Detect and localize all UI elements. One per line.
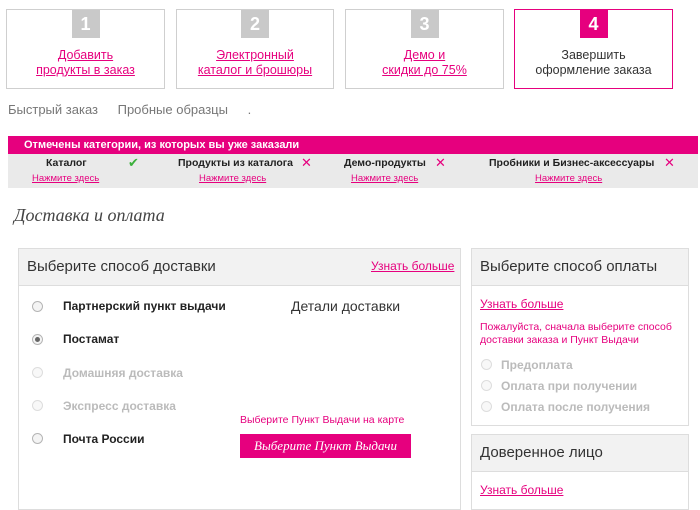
payment-title: Выберите способ оплаты bbox=[480, 258, 658, 275]
payment-panel-header: Выберите способ оплаты bbox=[472, 249, 688, 286]
delivery-radio-express[interactable] bbox=[32, 400, 43, 411]
delivery-radio-postamat[interactable] bbox=[32, 334, 43, 345]
step-1[interactable]: 1 Добавить продукты в заказ bbox=[6, 9, 165, 89]
payment-option-label: Предоплата bbox=[501, 358, 573, 372]
check-icon: ✔ bbox=[128, 155, 139, 170]
delivery-option-label: Почта России bbox=[63, 432, 145, 446]
delivery-radio-partner[interactable] bbox=[32, 301, 43, 312]
category-name: Демо-продукты bbox=[344, 157, 426, 169]
step-link[interactable]: Электронный каталог и брошюры bbox=[177, 48, 333, 78]
payment-radio-after-receipt[interactable] bbox=[481, 401, 492, 412]
proxy-learn-more-link[interactable]: Узнать больше bbox=[480, 483, 563, 497]
delivery-radio-home[interactable] bbox=[32, 367, 43, 378]
tab-dot: . bbox=[247, 102, 252, 117]
proxy-panel-header: Доверенное лицо bbox=[472, 435, 688, 472]
delivery-panel: Выберите способ доставки Узнать больше Д… bbox=[18, 248, 461, 510]
pickup-hint: Выберите Пункт Выдачи на карте bbox=[240, 414, 405, 426]
delivery-option-label: Постамат bbox=[63, 332, 120, 346]
cross-icon: ✕ bbox=[301, 155, 312, 170]
category-link[interactable]: Нажмите здесь bbox=[535, 173, 602, 184]
delivery-details-title: Детали доставки bbox=[291, 298, 401, 314]
category-link[interactable]: Нажмите здесь bbox=[199, 173, 266, 184]
delivery-option-label: Партнерский пункт выдачи bbox=[63, 299, 226, 313]
tab-quick-order[interactable]: Быстрый заказ bbox=[8, 102, 98, 117]
delivery-option-label: Экспресс доставка bbox=[63, 399, 176, 413]
proxy-panel: Доверенное лицо Узнать больше bbox=[471, 434, 689, 510]
cross-icon: ✕ bbox=[664, 155, 675, 170]
step-number: 2 bbox=[241, 10, 269, 38]
payment-radio-prepay[interactable] bbox=[481, 359, 492, 370]
payment-panel: Выберите способ оплаты Узнать больше Пож… bbox=[471, 248, 689, 426]
delivery-learn-more-link[interactable]: Узнать больше bbox=[371, 259, 454, 273]
payment-option-label: Оплата после получения bbox=[501, 400, 651, 414]
category-link[interactable]: Нажмите здесь bbox=[351, 173, 418, 184]
step-link[interactable]: Демо и скидки до 75% bbox=[346, 48, 503, 78]
step-label-current: Завершить оформление заказа bbox=[535, 48, 652, 77]
payment-notice: Пожалуйста, сначала выберите способ дост… bbox=[480, 321, 672, 346]
payment-radio-on-receipt[interactable] bbox=[481, 380, 492, 391]
category-name: Каталог bbox=[46, 157, 87, 169]
category-name: Пробники и Бизнес-аксессуары bbox=[489, 157, 655, 169]
step-number: 4 bbox=[579, 10, 608, 38]
category-link[interactable]: Нажмите здесь bbox=[32, 173, 99, 184]
cancelled-categories-banner: Отмечены категории, из которых вы уже за… bbox=[8, 136, 698, 154]
category-name: Продукты из каталога bbox=[178, 157, 293, 169]
select-pickup-point-button[interactable]: Выберите Пункт Выдачи bbox=[240, 434, 411, 458]
section-title: Доставка и оплата bbox=[14, 205, 165, 225]
order-subtabs: Быстрый заказ Пробные образцы . bbox=[8, 102, 267, 117]
step-4[interactable]: 4 Завершить оформление заказа bbox=[514, 9, 673, 89]
payment-learn-more-link[interactable]: Узнать больше bbox=[480, 297, 563, 311]
step-2[interactable]: 2 Электронный каталог и брошюры bbox=[176, 9, 334, 89]
cross-icon: ✕ bbox=[435, 155, 446, 170]
delivery-radio-post[interactable] bbox=[32, 433, 43, 444]
categories-row: Каталог Нажмите здесь ✔ Продукты из ката… bbox=[8, 154, 698, 188]
delivery-panel-header: Выберите способ доставки Узнать больше bbox=[19, 249, 460, 286]
step-number: 1 bbox=[71, 10, 100, 38]
delivery-title: Выберите способ доставки bbox=[27, 258, 216, 275]
proxy-title: Доверенное лицо bbox=[480, 444, 603, 461]
payment-option-label: Оплата при получении bbox=[501, 379, 638, 393]
step-link[interactable]: Добавить продукты в заказ bbox=[7, 48, 164, 78]
step-number: 3 bbox=[410, 10, 439, 38]
step-3[interactable]: 3 Демо и скидки до 75% bbox=[345, 9, 504, 89]
delivery-option-label: Домашняя доставка bbox=[63, 366, 183, 380]
tab-samples[interactable]: Пробные образцы bbox=[118, 102, 228, 117]
